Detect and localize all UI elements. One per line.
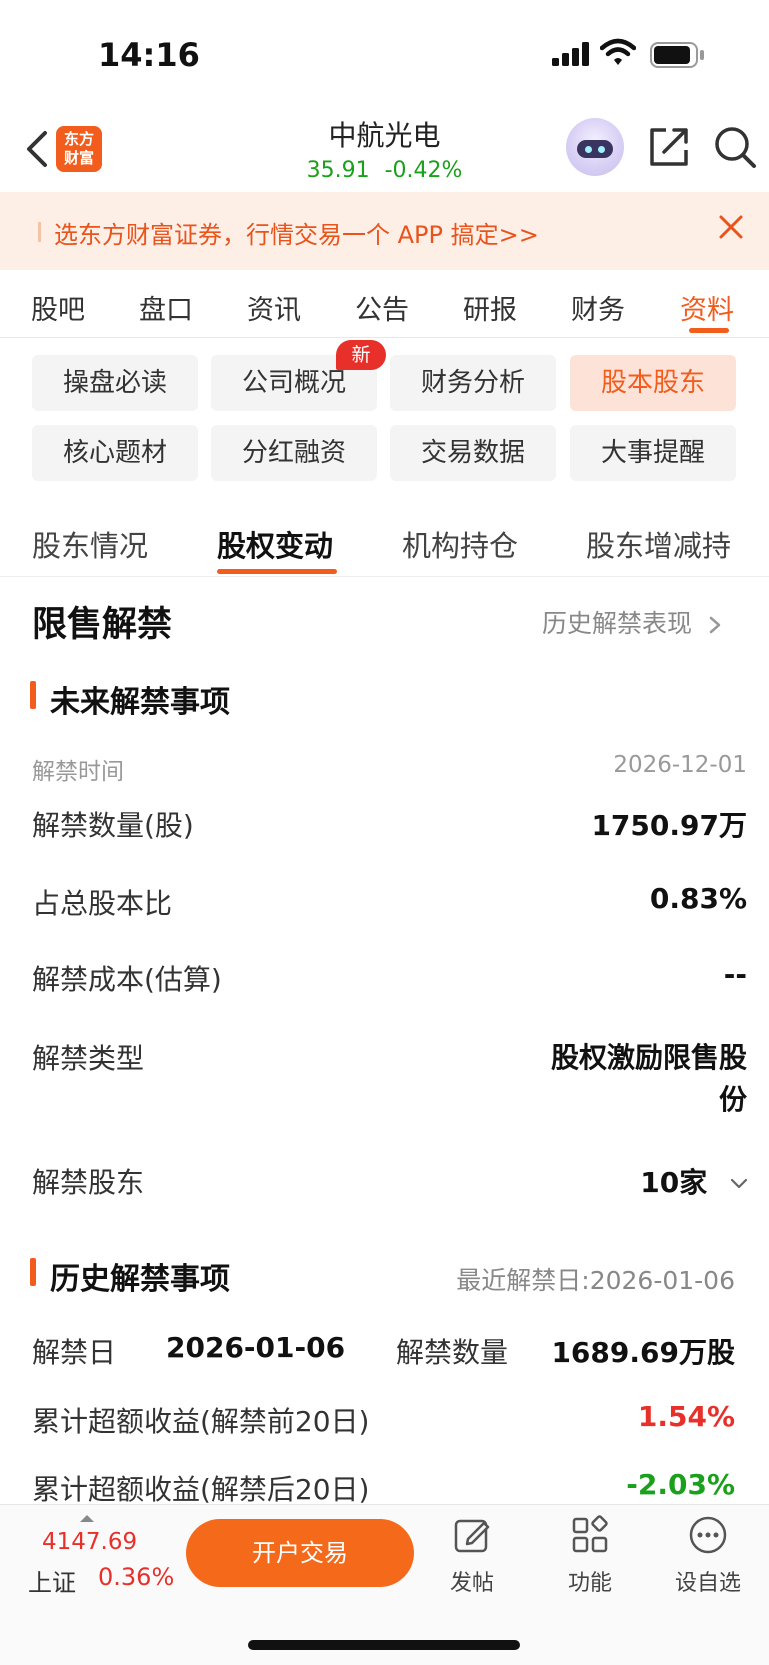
chevron-down-icon [730, 1178, 748, 1189]
sub-tabs: 股东情况 股权变动 机构持仓 股东增减持 [0, 505, 769, 577]
share-ratio-value: 0.83% [649, 882, 747, 915]
main-tabs: 股吧 盘口 资讯 公告 研报 财务 资料 [0, 270, 769, 338]
search-icon[interactable] [712, 124, 758, 170]
index-expand-arrow-icon[interactable] [80, 1515, 94, 1522]
heading-accent-bar [30, 1258, 36, 1286]
active-tab-indicator [689, 328, 729, 333]
excess-after-value: -2.03% [626, 1468, 735, 1501]
index-change[interactable]: 0.36% [98, 1563, 174, 1591]
tab-research[interactable]: 研报 [463, 288, 517, 327]
status-bar: 14:16 [0, 0, 769, 110]
chip-share-capital[interactable]: 股本股东 [570, 355, 736, 411]
chip-trading-data[interactable]: 交易数据 [390, 425, 556, 481]
grid-icon [572, 1515, 608, 1553]
battery-icon [650, 42, 704, 68]
history-date-value: 2026-01-06 [166, 1331, 346, 1364]
unlock-time-label: 解禁时间 [32, 759, 124, 785]
subtab-equity-changes[interactable]: 股权变动 [217, 523, 333, 565]
history-link-label: 历史解禁表现 [542, 609, 693, 638]
chip-core-themes[interactable]: 核心题材 [32, 425, 198, 481]
unlock-holders-label: 解禁股东 [32, 1166, 145, 1199]
post-button[interactable]: 发帖 [432, 1515, 512, 1597]
edit-icon [454, 1519, 490, 1553]
heading-accent-bar [30, 681, 36, 709]
unlock-type-line1: 股权激励限售股 [550, 1041, 747, 1074]
tab-pankou[interactable]: 盘口 [139, 288, 193, 327]
stock-price: 35.91 [306, 158, 370, 183]
index-name[interactable]: 上证 [28, 1563, 76, 1598]
home-indicator[interactable] [248, 1640, 520, 1650]
history-heading-text: 历史解禁事项 [50, 1262, 230, 1297]
status-time: 14:16 [98, 36, 200, 74]
functions-label: 功能 [567, 1571, 612, 1596]
promo-divider [38, 222, 41, 242]
unlock-type-value: 股权激励限售股 份 [551, 1037, 747, 1121]
robot-face-icon [577, 140, 613, 158]
chip-financial-analysis[interactable]: 财务分析 [390, 355, 556, 411]
promo-text[interactable]: 选东方财富证券，行情交易一个 APP 搞定>> [54, 215, 539, 250]
ai-assistant-avatar[interactable] [566, 118, 624, 176]
chip-event-reminders[interactable]: 大事提醒 [570, 425, 736, 481]
excess-after-label: 累计超额收益(解禁后20日) [32, 1473, 370, 1506]
excess-before-label: 累计超额收益(解禁前20日) [32, 1405, 370, 1438]
subtab-shareholders[interactable]: 股东情况 [32, 523, 148, 565]
more-circle-icon [689, 1516, 727, 1554]
excess-before-value: 1.54% [637, 1400, 735, 1433]
open-account-button[interactable]: 开户交易 [186, 1519, 414, 1587]
future-unlocks-heading: 未来解禁事项 [30, 677, 230, 721]
close-icon[interactable] [716, 212, 746, 242]
unlock-type-label: 解禁类型 [32, 1042, 145, 1075]
unlock-cost-label: 解禁成本(估算) [32, 963, 222, 996]
unlock-holders-dropdown[interactable]: 10家 [640, 1161, 749, 1201]
unlock-time-value: 2026-12-01 [613, 752, 747, 778]
tab-news[interactable]: 资讯 [247, 288, 301, 327]
tab-announcements[interactable]: 公告 [355, 288, 409, 327]
stock-header: 东方 财富 中航光电 35.91 -0.42% [0, 110, 769, 192]
chevron-right-icon [709, 616, 721, 634]
history-qty-value: 1689.69万股 [551, 1336, 735, 1369]
wifi-icon [600, 38, 636, 65]
new-badge: 新 [336, 340, 386, 370]
index-value[interactable]: 4147.69 [42, 1529, 137, 1555]
history-qty-label: 解禁数量 [396, 1336, 509, 1369]
unlock-holders-value: 10家 [640, 1166, 708, 1199]
tab-guba[interactable]: 股吧 [31, 288, 85, 327]
post-label: 发帖 [449, 1571, 494, 1596]
promo-banner[interactable]: 选东方财富证券，行情交易一个 APP 搞定>> [0, 192, 769, 270]
history-date-label: 解禁日 [32, 1336, 117, 1369]
chip-dividends-financing[interactable]: 分红融资 [211, 425, 377, 481]
unlock-cost-value: -- [723, 958, 747, 991]
active-subtab-indicator [217, 569, 337, 574]
history-unlocks-heading: 历史解禁事项 [30, 1254, 230, 1298]
functions-button[interactable]: 功能 [550, 1515, 630, 1597]
unlock-quantity-label: 解禁数量(股) [32, 809, 194, 842]
cellular-signal-icon [552, 42, 589, 66]
section-title: 限售解禁 [32, 605, 173, 645]
share-icon[interactable] [646, 124, 692, 170]
stock-change: -0.42% [384, 158, 463, 183]
subtab-holder-changes[interactable]: 股东增减持 [586, 523, 731, 565]
history-performance-link[interactable]: 历史解禁表现 [542, 604, 722, 640]
tab-finance[interactable]: 财务 [571, 288, 625, 327]
unlock-type-line2: 份 [718, 1083, 747, 1116]
add-watchlist-label: 设自选 [674, 1571, 741, 1596]
unlock-quantity-value: 1750.97万 [591, 809, 747, 842]
tab-profile[interactable]: 资料 [680, 288, 734, 327]
chip-trading-must-read[interactable]: 操盘必读 [32, 355, 198, 411]
add-watchlist-button[interactable]: 设自选 [668, 1515, 748, 1597]
subtab-institutional-holdings[interactable]: 机构持仓 [402, 523, 518, 565]
recent-unlock-date: 最近解禁日:2026-01-06 [456, 1266, 735, 1295]
share-ratio-label: 占总股本比 [32, 887, 173, 920]
future-heading-text: 未来解禁事项 [50, 685, 230, 720]
